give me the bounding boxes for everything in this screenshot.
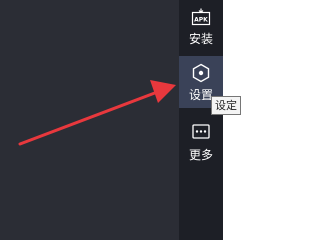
more-icon [191,122,211,142]
settings-tooltip: 设定 [211,96,241,115]
svg-text:APK: APK [194,17,208,24]
app-window: APK 安装 设置 更多 设定 [0,0,245,240]
apk-install-icon: APK [191,8,211,28]
sidebar-item-label: 更多 [188,148,213,162]
window-edge [223,0,245,240]
settings-icon [191,63,211,83]
sidebar-item-more[interactable]: 更多 [179,118,223,170]
sidebar-item-label: 安装 [188,32,213,46]
sidebar-item-install[interactable]: APK 安装 [179,2,223,54]
